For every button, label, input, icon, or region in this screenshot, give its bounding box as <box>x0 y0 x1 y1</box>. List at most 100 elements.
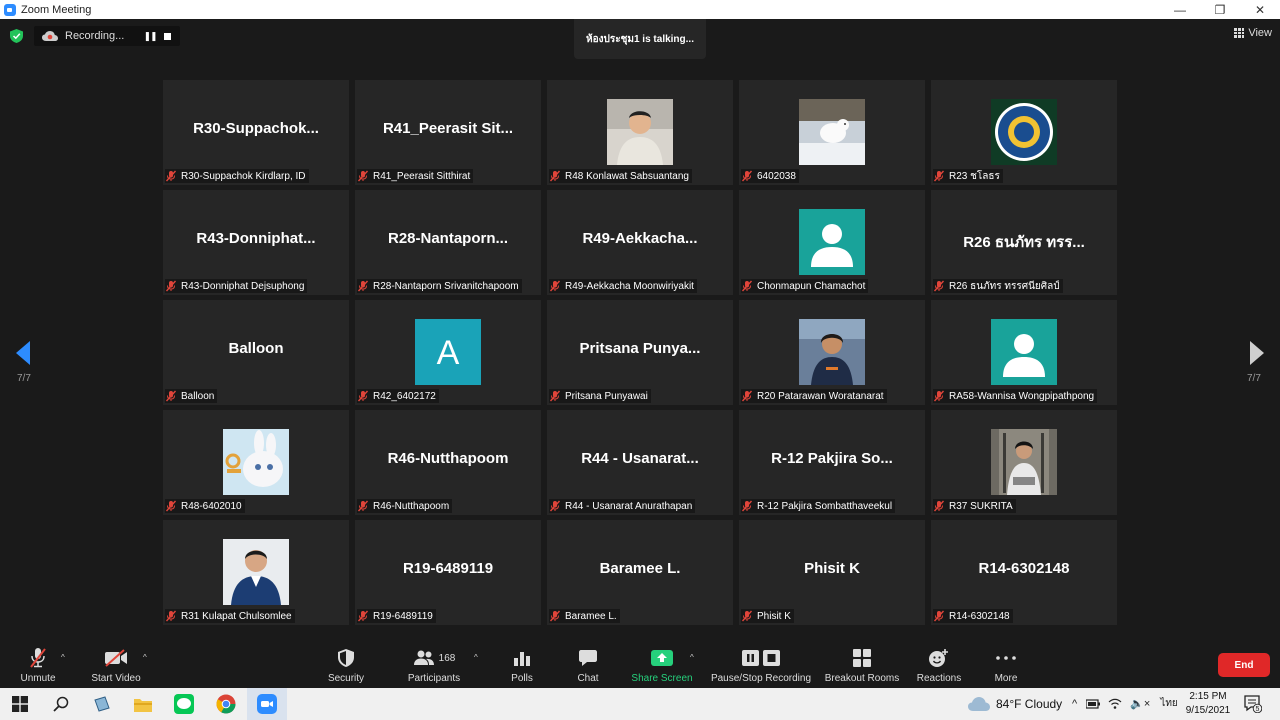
stop-recording-icon[interactable] <box>164 32 171 40</box>
participants-options-caret-icon[interactable]: ^ <box>474 653 478 662</box>
participant-tile[interactable]: R43-Donniphat... R43-Donniphat Dejsuphong <box>163 190 349 295</box>
next-page-arrow-icon[interactable] <box>1248 339 1266 367</box>
taskbar-clock[interactable]: 2:15 PM 9/15/2021 <box>1180 690 1236 718</box>
polls-label: Polls <box>511 673 533 684</box>
participant-tile[interactable]: R46-Nutthapoom R46-Nutthapoom <box>355 410 541 515</box>
participant-tile[interactable]: RA58-Wannisa Wongpipathpong <box>931 300 1117 405</box>
video-options-caret-icon[interactable]: ^ <box>143 653 147 662</box>
participant-tile[interactable]: 6402038 <box>739 80 925 185</box>
show-hidden-icons-chevron-icon[interactable]: ^ <box>1072 698 1077 710</box>
participant-display-name: Pritsana Punya... <box>579 340 701 357</box>
participant-name-label: R48-6402010 <box>165 499 245 513</box>
chat-button[interactable]: Chat <box>568 639 608 688</box>
participant-display-name: Baramee L. <box>599 560 681 577</box>
participant-tile[interactable]: R19-6489119 R19-6489119 <box>355 520 541 625</box>
participant-name-label: R30-Suppachok Kirdlarp, ID <box>165 169 309 183</box>
polls-button[interactable]: Polls <box>502 639 542 688</box>
participant-tile[interactable]: R30-Suppachok... R30-Suppachok Kirdlarp, … <box>163 80 349 185</box>
reactions-button[interactable]: Reactions <box>914 639 964 688</box>
share-screen-button[interactable]: Share Screen <box>630 639 694 688</box>
start-video-label: Start Video <box>91 673 141 684</box>
participants-icon: 168 <box>413 646 455 670</box>
cloud-recording-icon <box>42 31 58 41</box>
profile-photo <box>607 99 673 165</box>
start-video-button[interactable]: Start Video <box>88 639 144 688</box>
muted-mic-icon <box>741 610 753 622</box>
minimize-button[interactable]: — <box>1160 0 1200 19</box>
previous-page-arrow-icon[interactable] <box>14 339 32 367</box>
participant-display-name: R14-6302148 <box>978 560 1070 577</box>
participants-label: Participants <box>407 673 461 684</box>
participant-tile[interactable]: Chonmapun Chamachot <box>739 190 925 295</box>
task-view-icon[interactable] <box>92 694 112 714</box>
maximize-button[interactable]: ❐ <box>1200 0 1240 19</box>
participant-name: R48 Konlawat Sabsuantang <box>565 170 689 182</box>
participant-name-label: Baramee L. <box>549 609 620 623</box>
participant-tile[interactable]: R26 ธนภัทร ทรร... R26 ธนภัทร ทรรศนียศิลป์ <box>931 190 1117 295</box>
participant-tile[interactable]: Pritsana Punya... Pritsana Punyawai <box>547 300 733 405</box>
participant-tile[interactable]: R48 Konlawat Sabsuantang <box>547 80 733 185</box>
participant-name-label: R44 - Usanarat Anurathapan <box>549 499 696 513</box>
participant-name: R44 - Usanarat Anurathapan <box>565 500 693 512</box>
weather-widget[interactable]: 84°F Cloudy <box>968 697 1062 711</box>
zoom-taskbar-icon[interactable] <box>257 694 277 714</box>
participant-name: 6402038 <box>757 170 796 182</box>
pause-recording-icon[interactable]: ❚❚ <box>141 31 159 42</box>
muted-mic-icon <box>933 610 945 622</box>
action-center-notification-icon[interactable]: 5 <box>1244 695 1262 713</box>
participant-tile[interactable]: R48-6402010 <box>163 410 349 515</box>
share-screen-icon <box>651 646 673 670</box>
security-button[interactable]: Security <box>320 639 372 688</box>
end-meeting-button[interactable]: End <box>1218 653 1270 677</box>
view-button[interactable]: View <box>1234 27 1272 39</box>
participant-name: R48-6402010 <box>181 500 242 512</box>
participant-tile[interactable]: R-12 Pakjira So... R-12 Pakjira Sombattha… <box>739 410 925 515</box>
muted-mic-icon <box>549 610 561 622</box>
share-options-caret-icon[interactable]: ^ <box>690 653 694 662</box>
participant-name-label: Phisit K <box>741 609 794 623</box>
unmute-label: Unmute <box>20 673 56 684</box>
participant-tile[interactable]: R31 Kulapat Chulsomlee <box>163 520 349 625</box>
participant-name: R14-6302148 <box>949 610 1010 622</box>
participant-tile[interactable]: R49-Aekkacha... R49-Aekkacha Moonwiriyaki… <box>547 190 733 295</box>
participant-tile[interactable]: A R42_6402172 <box>355 300 541 405</box>
participant-name-label: R49-Aekkacha Moonwiriyakit <box>549 279 697 293</box>
pause-stop-recording-label: Pause/Stop Recording <box>710 673 812 684</box>
window-controls: — ❐ ✕ <box>1160 0 1280 19</box>
muted-mic-icon <box>741 500 753 512</box>
participant-tile[interactable]: R14-6302148 R14-6302148 <box>931 520 1117 625</box>
participant-tile[interactable]: R20 Patarawan Woratanarat <box>739 300 925 405</box>
battery-icon[interactable] <box>1086 698 1101 709</box>
participant-name: Baramee L. <box>565 610 617 622</box>
line-app-icon[interactable] <box>174 694 194 714</box>
volume-muted-icon[interactable]: 🔈× <box>1130 697 1150 710</box>
participant-tile[interactable]: R37 SUKRITA <box>931 410 1117 515</box>
more-button[interactable]: More <box>986 639 1026 688</box>
audio-options-caret-icon[interactable]: ^ <box>61 653 65 662</box>
participant-name-label: R46-Nutthapoom <box>357 499 453 513</box>
muted-microphone-icon <box>28 646 48 670</box>
participant-tile[interactable]: Baramee L. Baramee L. <box>547 520 733 625</box>
participant-display-name: R41_Peerasit Sit... <box>382 120 514 137</box>
participants-button[interactable]: 168 Participants <box>404 639 464 688</box>
participant-name-label: R19-6489119 <box>357 609 436 623</box>
input-language-indicator[interactable]: ไทย <box>1160 696 1177 711</box>
participant-name-label: Chonmapun Chamachot <box>741 279 869 293</box>
participant-tile[interactable]: Balloon Balloon <box>163 300 349 405</box>
file-explorer-icon[interactable] <box>133 694 153 714</box>
participant-tile[interactable]: R28-Nantaporn... R28-Nantaporn Srivanitch… <box>355 190 541 295</box>
unmute-button[interactable]: Unmute <box>16 639 60 688</box>
windows-start-icon[interactable] <box>10 694 30 714</box>
pause-stop-recording-button[interactable]: Pause/Stop Recording <box>710 639 812 688</box>
close-button[interactable]: ✕ <box>1240 0 1280 19</box>
wifi-icon[interactable] <box>1108 698 1122 710</box>
breakout-rooms-button[interactable]: Breakout Rooms <box>822 639 902 688</box>
chrome-icon[interactable] <box>216 694 236 714</box>
participant-name-label: R48 Konlawat Sabsuantang <box>549 169 692 183</box>
participant-tile[interactable]: R23 ชโลธร <box>931 80 1117 185</box>
participant-tile[interactable]: Phisit K Phisit K <box>739 520 925 625</box>
encryption-shield-icon[interactable] <box>10 29 23 43</box>
search-icon[interactable] <box>51 694 71 714</box>
participant-tile[interactable]: R44 - Usanarat... R44 - Usanarat Anuratha… <box>547 410 733 515</box>
participant-tile[interactable]: R41_Peerasit Sit... R41_Peerasit Sitthira… <box>355 80 541 185</box>
